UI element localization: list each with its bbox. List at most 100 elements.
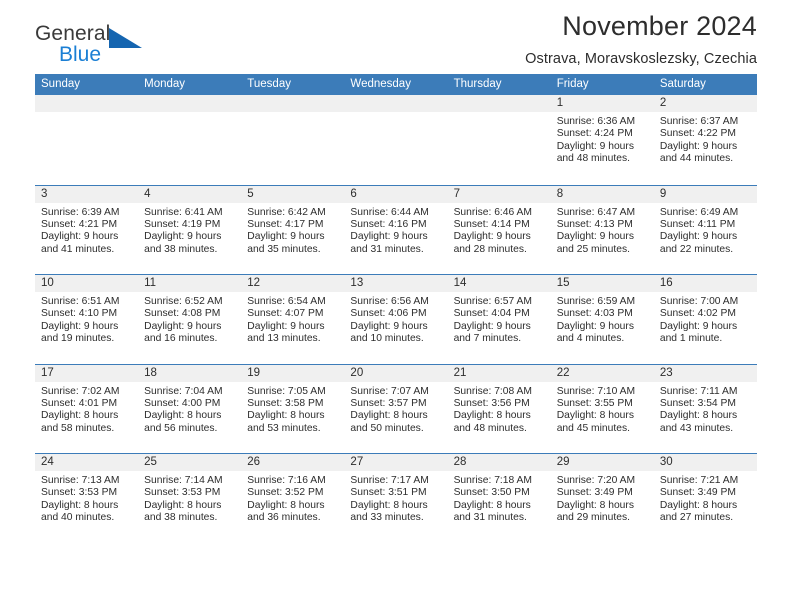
generalblue-logo[interactable]: General Blue: [35, 22, 175, 74]
day-number: 1: [550, 95, 654, 112]
daylight-text-line2: and 35 minutes.: [247, 243, 321, 255]
day-number: 10: [35, 275, 139, 292]
day-number: 2: [653, 95, 757, 112]
daylight-text-line2: and 45 minutes.: [556, 422, 630, 434]
sunset-text: Sunset: 3:50 PM: [453, 487, 530, 499]
sunset-text: Sunset: 4:19 PM: [144, 218, 221, 230]
day-number: [138, 95, 242, 112]
logo-triangle-icon: [109, 28, 142, 48]
weekday-header-wednesday: Wednesday: [350, 78, 411, 90]
calendar-day-cell[interactable]: 5 Sunrise: 6:42 AM Sunset: 4:17 PM Daylight…: [241, 185, 345, 274]
sunset-text: Sunset: 3:49 PM: [659, 487, 736, 499]
calendar-day-cell[interactable]: 23 Sunrise: 7:11 AM Sunset: 3:54 PM Dayligh…: [653, 364, 757, 453]
daylight-text-line2: and 48 minutes.: [453, 422, 527, 434]
calendar-day-cell[interactable]: 6 Sunrise: 6:44 AM Sunset: 4:16 PM Daylight…: [344, 185, 448, 274]
calendar-day-cell[interactable]: 2 Sunrise: 6:37 AM Sunset: 4:22 PM Daylight…: [653, 95, 757, 185]
day-number: 22: [550, 364, 654, 382]
calendar-day-cell[interactable]: 28 Sunrise: 7:18 AM Sunset: 3:50 PM Dayligh…: [447, 454, 551, 543]
calendar-grid: Sunday Monday Tuesday Wednesday Thursday…: [35, 74, 757, 543]
daylight-text-line1: Daylight: 9 hours: [41, 231, 119, 243]
sunset-text: Sunset: 4:08 PM: [144, 308, 221, 320]
sunset-text: Sunset: 3:49 PM: [556, 487, 633, 499]
sunrise-text: Sunrise: 7:14 AM: [144, 475, 223, 486]
calendar-day-cell[interactable]: 9 Sunrise: 6:49 AM Sunset: 4:11 PM Daylight…: [653, 185, 757, 274]
calendar-day-cell-empty: [138, 95, 242, 185]
calendar-day-cell[interactable]: 7 Sunrise: 6:46 AM Sunset: 4:14 PM Daylight…: [447, 185, 551, 274]
calendar-day-cell[interactable]: 19 Sunrise: 7:05 AM Sunset: 3:58 PM Dayligh…: [241, 364, 345, 453]
calendar-day-cell[interactable]: 12 Sunrise: 6:54 AM Sunset: 4:07 PM Dayligh…: [241, 275, 345, 364]
calendar-day-cell[interactable]: 30 Sunrise: 7:21 AM Sunset: 3:49 PM Dayligh…: [653, 454, 757, 543]
sunrise-text: Sunrise: 6:39 AM: [41, 206, 120, 218]
day-sun-info: Sunrise: 7:18 AM Sunset: 3:50 PM Daylight:…: [448, 471, 551, 525]
daylight-text-line2: and 38 minutes.: [144, 512, 218, 524]
day-sun-info: Sunrise: 7:08 AM Sunset: 3:56 PM Daylight:…: [448, 382, 551, 436]
calendar-week-row: 1 Sunrise: 6:36 AM Sunset: 4:24 PM Daylight…: [35, 95, 757, 185]
sunset-text: Sunset: 4:06 PM: [350, 308, 427, 320]
calendar-day-cell-empty: [35, 95, 139, 185]
calendar-day-cell[interactable]: 24 Sunrise: 7:13 AM Sunset: 3:53 PM Dayligh…: [35, 454, 139, 543]
day-number: 24: [35, 454, 139, 471]
daylight-text-line1: Daylight: 9 hours: [247, 320, 325, 332]
sunrise-text: Sunrise: 7:21 AM: [659, 475, 739, 486]
sunset-text: Sunset: 4:07 PM: [247, 308, 324, 320]
sunset-text: Sunset: 3:51 PM: [350, 487, 427, 499]
daylight-text-line2: and 22 minutes.: [659, 243, 734, 255]
daylight-text-line2: and 25 minutes.: [556, 243, 630, 255]
calendar-day-cell[interactable]: 22 Sunrise: 7:10 AM Sunset: 3:55 PM Dayligh…: [550, 364, 654, 453]
day-sun-info: Sunrise: 7:10 AM Sunset: 3:55 PM Daylight:…: [551, 382, 654, 436]
calendar-day-cell[interactable]: 29 Sunrise: 7:20 AM Sunset: 3:49 PM Dayligh…: [550, 454, 654, 543]
daylight-text-line1: Daylight: 8 hours: [247, 499, 325, 511]
daylight-text-line1: Daylight: 8 hours: [144, 410, 222, 422]
day-sun-info: Sunrise: 6:51 AM Sunset: 4:10 PM Daylight:…: [35, 292, 138, 346]
daylight-text-line2: and 13 minutes.: [247, 333, 321, 345]
day-number: [35, 95, 139, 112]
calendar-day-cell[interactable]: 27 Sunrise: 7:17 AM Sunset: 3:51 PM Dayligh…: [344, 454, 448, 543]
daylight-text-line1: Daylight: 9 hours: [350, 320, 428, 332]
sunrise-text: Sunrise: 6:51 AM: [41, 296, 120, 307]
day-number: [241, 95, 345, 112]
calendar-day-cell[interactable]: 16 Sunrise: 7:00 AM Sunset: 4:02 PM Dayligh…: [653, 275, 757, 364]
calendar-day-cell[interactable]: 10 Sunrise: 6:51 AM Sunset: 4:10 PM Dayligh…: [35, 275, 139, 364]
day-sun-info: Sunrise: 7:04 AM Sunset: 4:00 PM Daylight:…: [138, 382, 241, 436]
calendar-day-cell[interactable]: 13 Sunrise: 6:56 AM Sunset: 4:06 PM Dayligh…: [344, 275, 448, 364]
daylight-text-line1: Daylight: 8 hours: [144, 499, 222, 511]
daylight-text-line2: and 44 minutes.: [659, 153, 734, 165]
calendar-day-cell[interactable]: 14 Sunrise: 6:57 AM Sunset: 4:04 PM Dayligh…: [447, 275, 551, 364]
calendar-day-cell-empty: [447, 95, 551, 185]
calendar-day-cell[interactable]: 20 Sunrise: 7:07 AM Sunset: 3:57 PM Dayligh…: [344, 364, 448, 453]
calendar-week-row: 3 Sunrise: 6:39 AM Sunset: 4:21 PM Daylight…: [35, 184, 757, 274]
calendar-day-cell[interactable]: 17 Sunrise: 7:02 AM Sunset: 4:01 PM Dayligh…: [35, 364, 139, 453]
day-sun-info: Sunrise: 6:41 AM Sunset: 4:19 PM Daylight:…: [138, 203, 241, 257]
sunset-text: Sunset: 4:03 PM: [556, 308, 633, 320]
calendar-day-cell[interactable]: 18 Sunrise: 7:04 AM Sunset: 4:00 PM Dayligh…: [138, 364, 242, 453]
sunrise-text: Sunrise: 7:17 AM: [350, 475, 429, 486]
calendar-day-cell[interactable]: 15 Sunrise: 6:59 AM Sunset: 4:03 PM Dayligh…: [550, 275, 654, 364]
calendar-week-row: 17 Sunrise: 7:02 AM Sunset: 4:01 PM Dayligh…: [35, 363, 757, 453]
daylight-text-line1: Daylight: 9 hours: [247, 231, 325, 243]
day-number: 16: [653, 275, 757, 292]
daylight-text-line2: and 36 minutes.: [247, 512, 321, 524]
sunset-text: Sunset: 3:57 PM: [350, 397, 427, 409]
calendar-day-cell[interactable]: 4 Sunrise: 6:41 AM Sunset: 4:19 PM Daylight…: [138, 185, 242, 274]
calendar-day-cell[interactable]: 26 Sunrise: 7:16 AM Sunset: 3:52 PM Dayligh…: [241, 454, 345, 543]
calendar-day-cell[interactable]: 11 Sunrise: 6:52 AM Sunset: 4:08 PM Dayligh…: [138, 275, 242, 364]
calendar-day-cell[interactable]: 3 Sunrise: 6:39 AM Sunset: 4:21 PM Daylight…: [35, 185, 139, 274]
calendar-day-cell[interactable]: 21 Sunrise: 7:08 AM Sunset: 3:56 PM Dayligh…: [447, 364, 551, 453]
daylight-text-line1: Daylight: 9 hours: [41, 320, 119, 332]
calendar-day-cell[interactable]: 1 Sunrise: 6:36 AM Sunset: 4:24 PM Daylight…: [550, 95, 654, 185]
day-number: 17: [35, 364, 139, 382]
daylight-text-line1: Daylight: 9 hours: [556, 140, 634, 152]
calendar-day-cell[interactable]: 8 Sunrise: 6:47 AM Sunset: 4:13 PM Daylight…: [550, 185, 654, 274]
sunset-text: Sunset: 3:53 PM: [41, 487, 118, 499]
daylight-text-line2: and 10 minutes.: [350, 333, 424, 345]
sunrise-text: Sunrise: 6:46 AM: [453, 206, 532, 218]
calendar-day-cell[interactable]: 25 Sunrise: 7:14 AM Sunset: 3:53 PM Dayligh…: [138, 454, 242, 543]
day-sun-info: Sunrise: 6:42 AM Sunset: 4:17 PM Daylight:…: [241, 203, 344, 257]
daylight-text-line2: and 27 minutes.: [659, 512, 734, 524]
day-sun-info: Sunrise: 6:44 AM Sunset: 4:16 PM Daylight:…: [344, 203, 447, 257]
weekday-header-tuesday: Tuesday: [247, 78, 291, 90]
daylight-text-line1: Daylight: 8 hours: [41, 499, 119, 511]
sunset-text: Sunset: 4:13 PM: [556, 218, 633, 230]
weekday-header-monday: Monday: [144, 78, 186, 90]
sunrise-text: Sunrise: 7:13 AM: [41, 475, 120, 486]
